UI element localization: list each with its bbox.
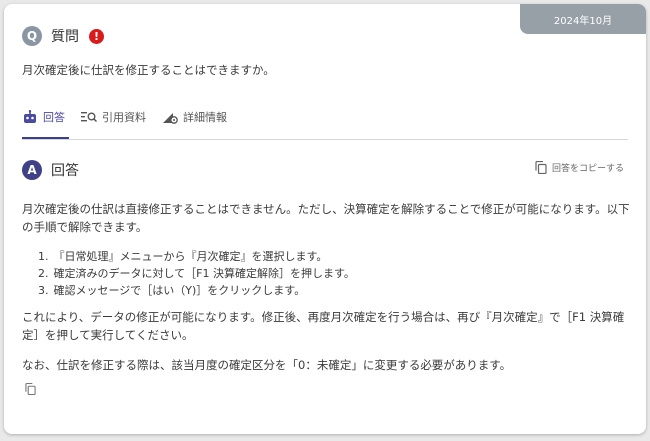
question-icon: Q xyxy=(22,26,42,46)
tab-answer-label: 回答 xyxy=(43,111,65,124)
tab-references-label: 引用資料 xyxy=(102,111,146,124)
answer-header: A 回答 xyxy=(22,160,79,180)
tab-bar: 回答 引用資料 詳細情報 xyxy=(22,109,243,139)
copy-icon xyxy=(25,382,36,396)
answer-icon: A xyxy=(22,160,42,180)
answer-title: 回答 xyxy=(51,163,79,179)
question-text: 月次確定後に仕訳を修正することはできますか。 xyxy=(22,63,275,77)
list-item: 1. 『日常処理』メニューから『月次確定』を選択します。 xyxy=(38,250,328,263)
copy-answer-label: 回答をコピーする xyxy=(551,164,624,174)
question-header: Q 質問 ! xyxy=(22,26,104,46)
tab-answer[interactable]: 回答 xyxy=(22,109,69,139)
answer-steps: 1. 『日常処理』メニューから『月次確定』を選択します。 2. 確定済みのデータ… xyxy=(38,248,355,299)
copy-icon-button[interactable] xyxy=(25,380,36,399)
question-title: 質問 xyxy=(51,29,79,45)
copy-answer-button[interactable]: 回答をコピーする xyxy=(535,161,624,174)
answer-paragraph-3: なお、仕訳を修正する際は、該当月度の確定区分を「0：未確定」に変更する必要があり… xyxy=(22,358,512,372)
qa-card: 2024年10月 Q 質問 ! 月次確定後に仕訳を修正することはできますか。 回… xyxy=(4,4,646,434)
answer-paragraph-2: これにより、データの修正が可能になります。修正後、再度月次確定を行う場合は、再び… xyxy=(22,310,625,342)
date-badge: 2024年10月 xyxy=(520,4,646,34)
answer-paragraph-1: 月次確定後の仕訳は直接修正することはできません。ただし、決算確定を解除することで… xyxy=(22,202,630,234)
settings-detail-icon xyxy=(162,109,178,125)
list-item: 2. 確定済みのデータに対して［F1 決算確定解除］を押します。 xyxy=(38,267,355,280)
tab-details-label: 詳細情報 xyxy=(183,111,227,124)
tab-references[interactable]: 引用資料 xyxy=(81,109,146,139)
list-search-icon xyxy=(81,109,97,125)
exclamation-icon: ! xyxy=(89,28,104,44)
list-item: 3. 確認メッセージで［はい（Y)］をクリックします。 xyxy=(38,284,306,297)
tab-divider xyxy=(22,139,628,140)
copy-icon xyxy=(535,161,547,174)
tab-details[interactable]: 詳細情報 xyxy=(162,109,227,139)
robot-icon xyxy=(22,109,38,125)
